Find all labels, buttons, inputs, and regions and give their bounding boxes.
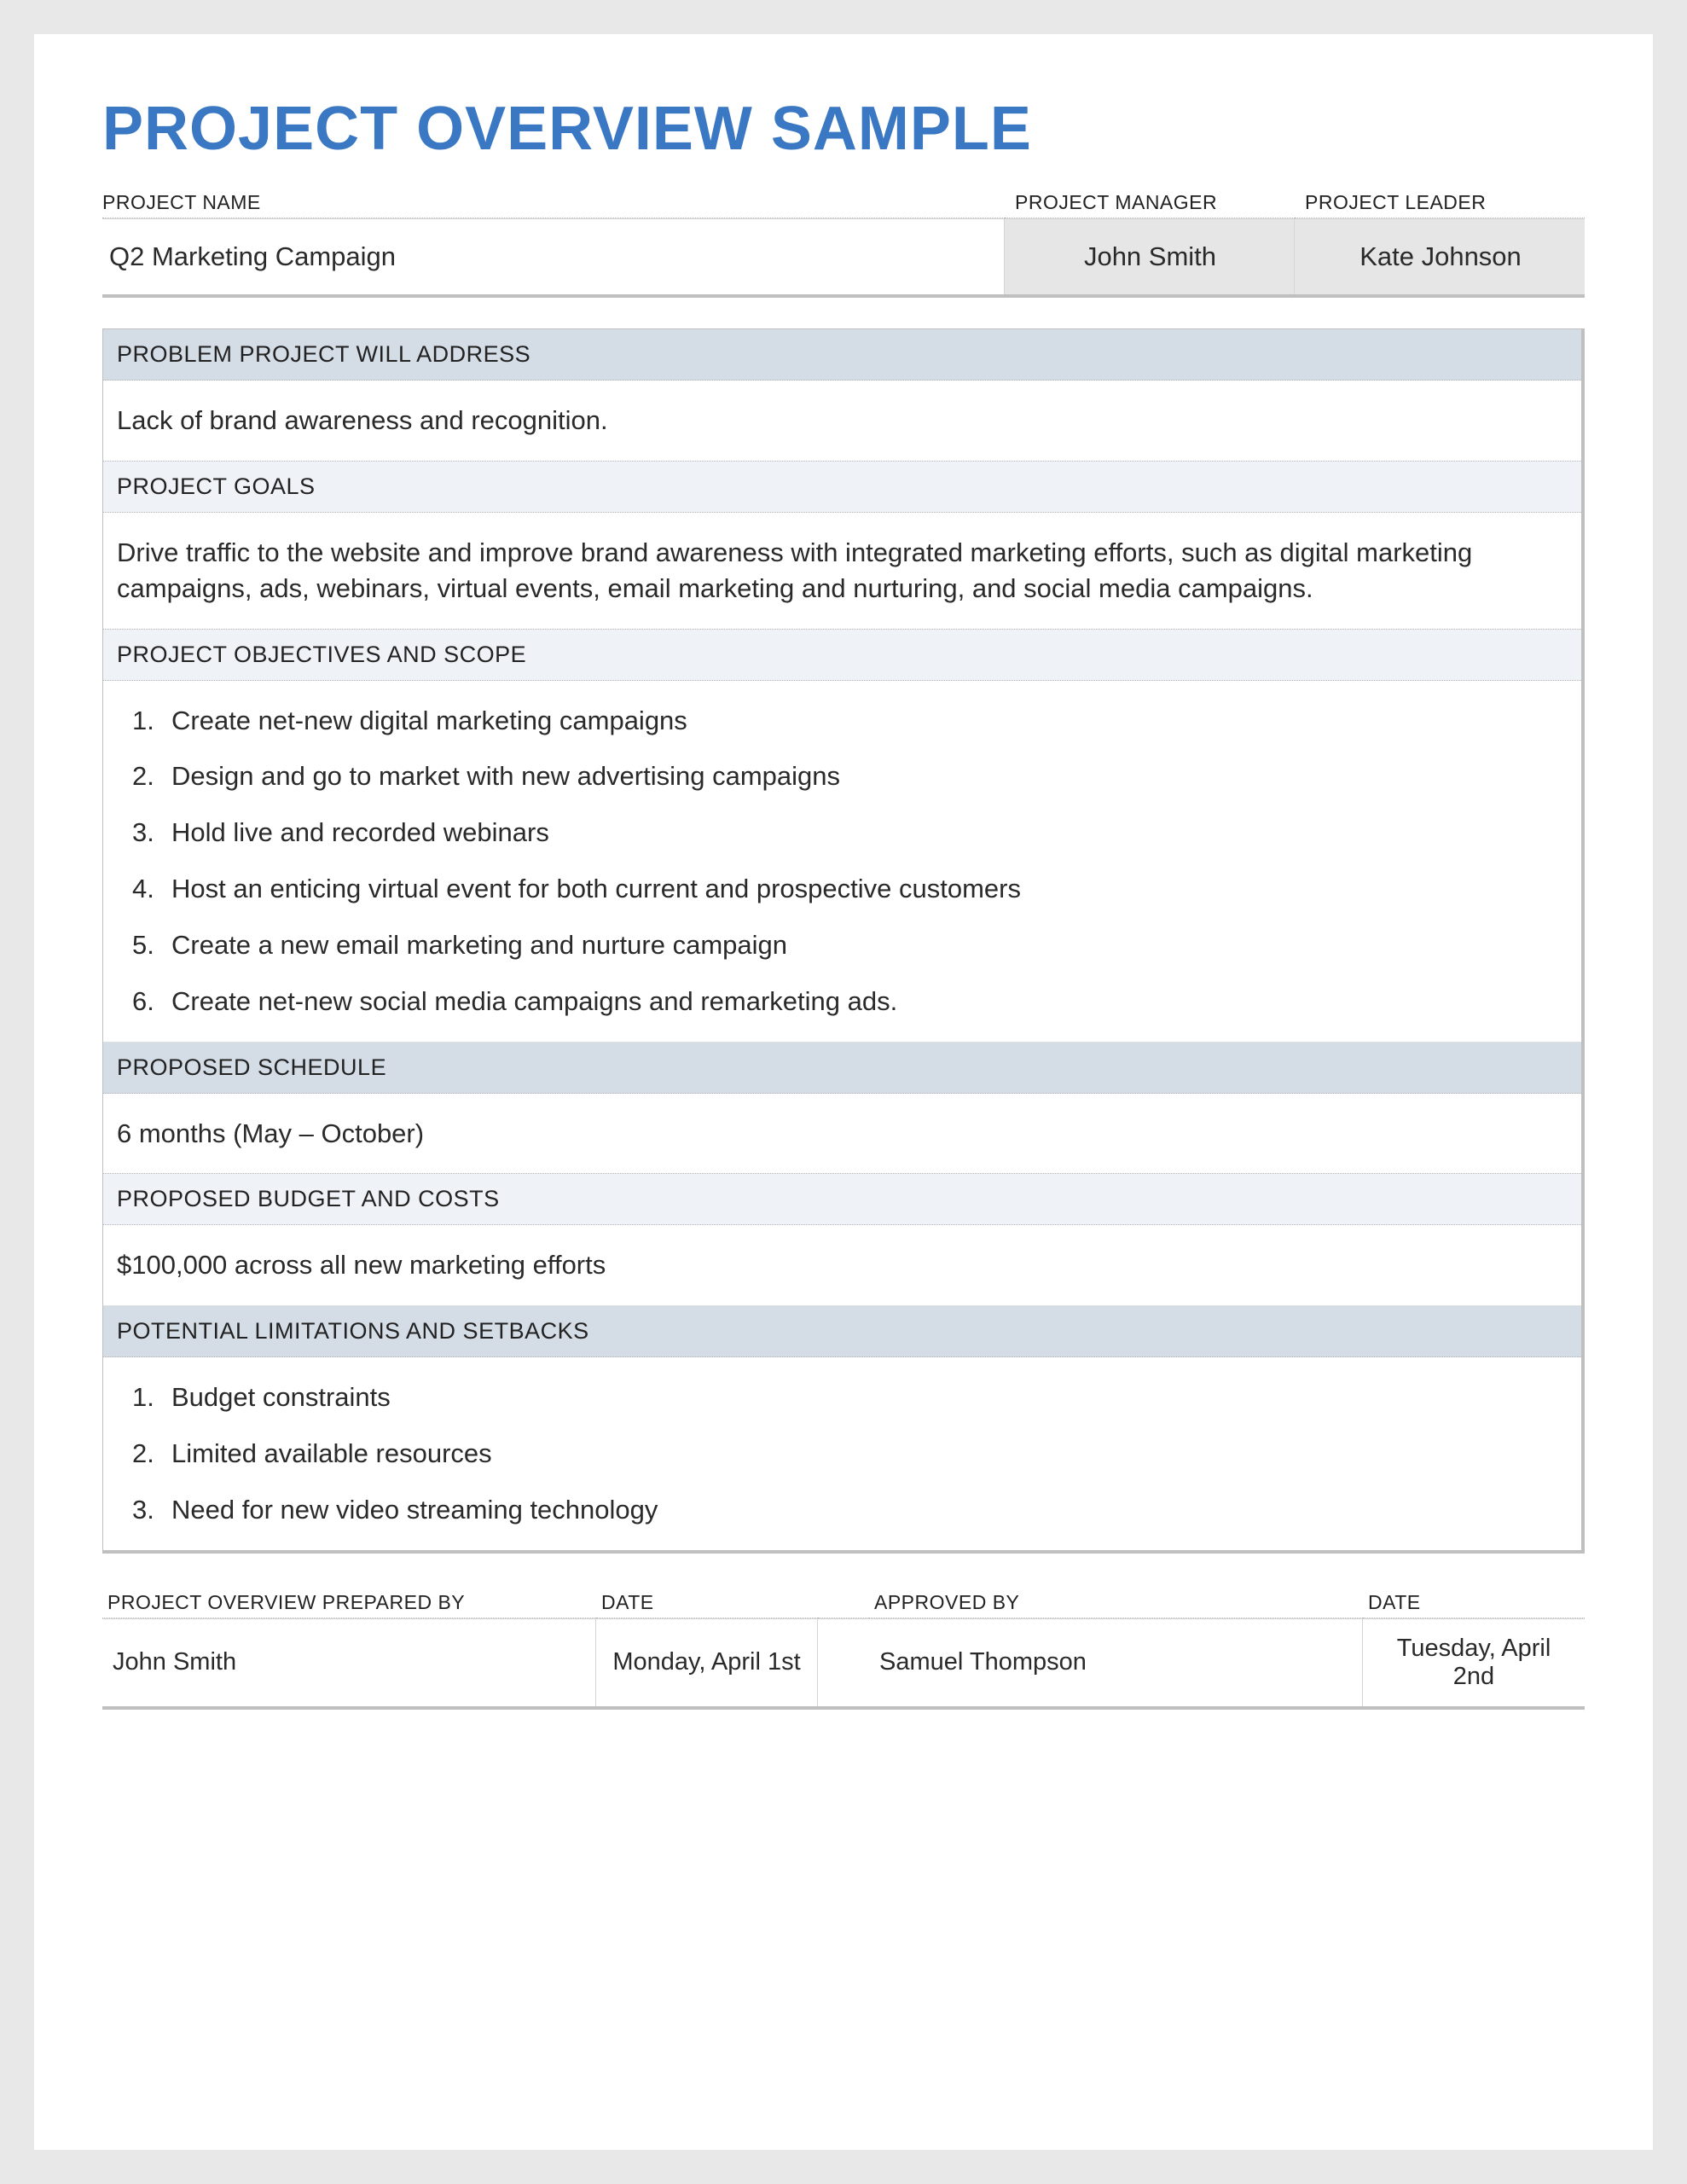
goals-header: PROJECT GOALS: [103, 461, 1581, 513]
project-info-row: PROJECT NAME PROJECT MANAGER PROJECT LEA…: [102, 188, 1585, 298]
spacer: [818, 1588, 869, 1618]
list-item: Hold live and recorded webinars: [103, 804, 1581, 861]
schedule-header: PROPOSED SCHEDULE: [103, 1042, 1581, 1094]
spacer: [818, 1618, 869, 1706]
problem-header: PROBLEM PROJECT WILL ADDRESS: [103, 329, 1581, 380]
goals-body: Drive traffic to the website and improve…: [103, 513, 1581, 629]
prepared-date-label: DATE: [596, 1588, 818, 1618]
problem-body: Lack of brand awareness and recognition.: [103, 380, 1581, 461]
project-manager-label: PROJECT MANAGER: [1005, 188, 1295, 218]
list-item: Create net-new social media campaigns an…: [103, 973, 1581, 1030]
budget-header: PROPOSED BUDGET AND COSTS: [103, 1173, 1581, 1225]
list-item: Need for new video streaming technology: [103, 1482, 1581, 1538]
list-item: Create a new email marketing and nurture…: [103, 917, 1581, 973]
approved-date-label: DATE: [1363, 1588, 1585, 1618]
approved-by-value: Samuel Thompson: [869, 1618, 1363, 1706]
limitations-list: Budget constraints Limited available res…: [103, 1357, 1581, 1550]
approved-date-value: Tuesday, April 2nd: [1363, 1618, 1585, 1706]
approved-by-label: APPROVED BY: [869, 1588, 1363, 1618]
project-name-value: Q2 Marketing Campaign: [102, 218, 1005, 294]
project-name-label: PROJECT NAME: [102, 188, 1005, 218]
prepared-by-value: John Smith: [102, 1618, 596, 1706]
budget-body: $100,000 across all new marketing effort…: [103, 1225, 1581, 1305]
objectives-list: Create net-new digital marketing campaig…: [103, 681, 1581, 1042]
prepared-date-value: Monday, April 1st: [596, 1618, 818, 1706]
objectives-header: PROJECT OBJECTIVES AND SCOPE: [103, 629, 1581, 681]
list-item: Budget constraints: [103, 1369, 1581, 1426]
project-overview-page: PROJECT OVERVIEW SAMPLE PROJECT NAME PRO…: [34, 34, 1653, 2150]
main-content-box: PROBLEM PROJECT WILL ADDRESS Lack of bra…: [102, 328, 1585, 1554]
schedule-body: 6 months (May – October): [103, 1094, 1581, 1174]
project-leader-value: Kate Johnson: [1295, 218, 1585, 294]
prepared-by-label: PROJECT OVERVIEW PREPARED BY: [102, 1588, 596, 1618]
list-item: Create net-new digital marketing campaig…: [103, 693, 1581, 749]
project-manager-value: John Smith: [1005, 218, 1295, 294]
project-leader-label: PROJECT LEADER: [1295, 188, 1585, 218]
list-item: Host an enticing virtual event for both …: [103, 861, 1581, 917]
list-item: Limited available resources: [103, 1426, 1581, 1482]
list-item: Design and go to market with new adverti…: [103, 748, 1581, 804]
page-title: PROJECT OVERVIEW SAMPLE: [102, 94, 1585, 164]
limitations-header: POTENTIAL LIMITATIONS AND SETBACKS: [103, 1305, 1581, 1357]
signature-row: PROJECT OVERVIEW PREPARED BY DATE APPROV…: [102, 1588, 1585, 1710]
